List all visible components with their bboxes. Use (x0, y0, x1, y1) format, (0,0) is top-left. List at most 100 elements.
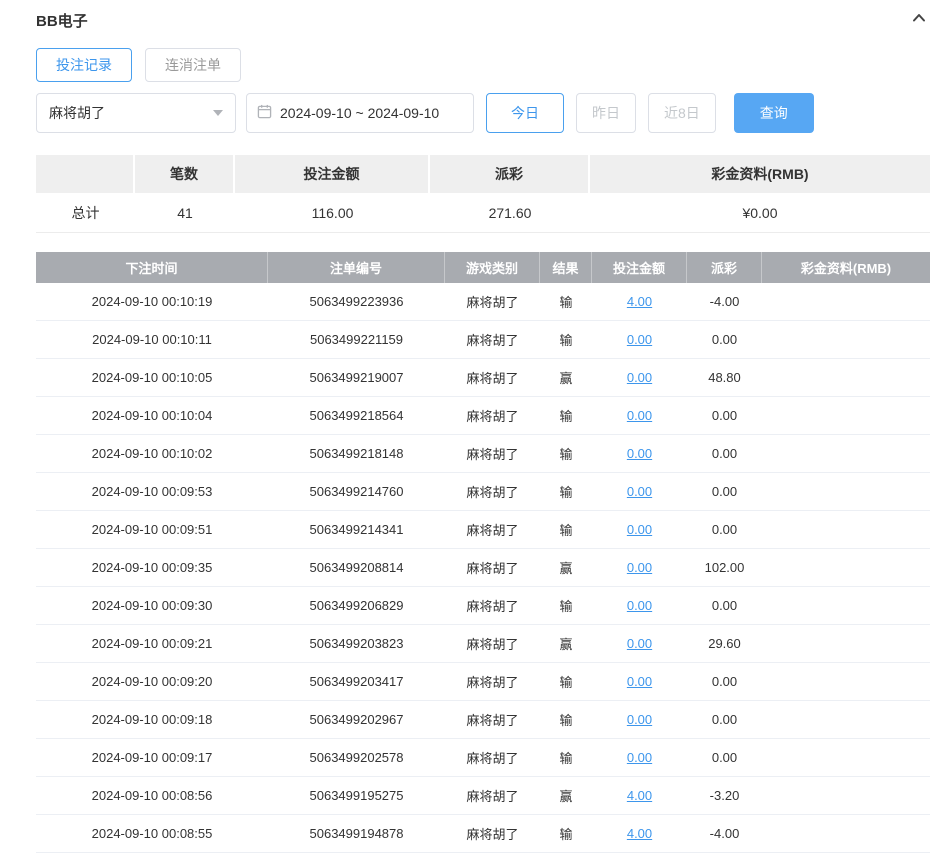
quick-filter-last8days[interactable]: 近8日 (648, 93, 716, 133)
table-row: 2024-09-10 00:09:20 5063499203417 麻将胡了 输… (36, 663, 930, 701)
bet-amount-link[interactable]: 0.00 (627, 484, 652, 499)
bet-amount-link[interactable]: 0.00 (627, 446, 652, 461)
bet-amount-link[interactable]: 0.00 (627, 674, 652, 689)
game-type: 麻将胡了 (445, 435, 540, 472)
order-id: 5063499203823 (268, 625, 445, 662)
bet-time: 2024-09-10 00:09:51 (36, 511, 268, 548)
panel-header: BB电子 (36, 8, 930, 32)
bet-time: 2024-09-10 00:10:11 (36, 321, 268, 358)
chevron-up-icon (911, 10, 927, 31)
tab-bet-records[interactable]: 投注记录 (36, 48, 132, 82)
bet-amount-link[interactable]: 0.00 (627, 636, 652, 651)
bonus (762, 473, 930, 510)
result: 赢 (540, 359, 592, 396)
table-row: 2024-09-10 00:10:05 5063499219007 麻将胡了 赢… (36, 359, 930, 397)
records-table: 下注时间 注单编号 游戏类别 结果 投注金额 派彩 彩金资料(RMB) 2024… (36, 252, 930, 853)
tab-cancelled-orders[interactable]: 连消注单 (145, 48, 241, 82)
bet-amount-link[interactable]: 0.00 (627, 408, 652, 423)
date-range-value: 2024-09-10 ~ 2024-09-10 (280, 105, 439, 121)
order-id: 5063499223936 (268, 283, 445, 320)
payout: 0.00 (687, 587, 762, 624)
quick-filter-today[interactable]: 今日 (486, 93, 564, 133)
bet-time: 2024-09-10 00:09:35 (36, 549, 268, 586)
bet-time: 2024-09-10 00:10:04 (36, 397, 268, 434)
order-id: 5063499221159 (268, 321, 445, 358)
bet-time: 2024-09-10 00:09:53 (36, 473, 268, 510)
table-row: 2024-09-10 00:09:35 5063499208814 麻将胡了 赢… (36, 549, 930, 587)
summary-header-row: 笔数 投注金额 派彩 彩金资料(RMB) (36, 155, 930, 193)
payout: 0.00 (687, 397, 762, 434)
result: 输 (540, 435, 592, 472)
table-row: 2024-09-10 00:09:17 5063499202578 麻将胡了 输… (36, 739, 930, 777)
summary-total-bonus: ¥0.00 (590, 193, 930, 232)
summary-header-count: 笔数 (135, 155, 235, 193)
summary-total-count: 41 (135, 193, 235, 232)
search-button[interactable]: 查询 (734, 93, 814, 133)
payout: -4.00 (687, 815, 762, 852)
bonus (762, 739, 930, 776)
bet-time: 2024-09-10 00:09:18 (36, 701, 268, 738)
order-id: 5063499214760 (268, 473, 445, 510)
bet-time: 2024-09-10 00:10:19 (36, 283, 268, 320)
result: 输 (540, 321, 592, 358)
table-row: 2024-09-10 00:10:04 5063499218564 麻将胡了 输… (36, 397, 930, 435)
result: 输 (540, 397, 592, 434)
result: 输 (540, 663, 592, 700)
table-row: 2024-09-10 00:09:30 5063499206829 麻将胡了 输… (36, 587, 930, 625)
payout: 102.00 (687, 549, 762, 586)
game-select-value: 麻将胡了 (49, 103, 105, 123)
header-order-id: 注单编号 (268, 252, 445, 283)
game-type: 麻将胡了 (445, 815, 540, 852)
bet-amount-link[interactable]: 0.00 (627, 370, 652, 385)
order-id: 5063499208814 (268, 549, 445, 586)
bet-amount-link[interactable]: 0.00 (627, 750, 652, 765)
date-range-input[interactable]: 2024-09-10 ~ 2024-09-10 (246, 93, 474, 133)
game-type: 麻将胡了 (445, 321, 540, 358)
payout: 0.00 (687, 511, 762, 548)
result: 输 (540, 815, 592, 852)
bet-amount-link[interactable]: 0.00 (627, 712, 652, 727)
game-type: 麻将胡了 (445, 625, 540, 662)
game-type: 麻将胡了 (445, 283, 540, 320)
result: 赢 (540, 549, 592, 586)
table-body: 2024-09-10 00:10:19 5063499223936 麻将胡了 输… (36, 283, 930, 853)
bonus (762, 321, 930, 358)
summary-header-bonus: 彩金资料(RMB) (590, 155, 930, 193)
bonus (762, 283, 930, 320)
payout: -3.20 (687, 777, 762, 814)
quick-filter-yesterday[interactable]: 昨日 (576, 93, 636, 133)
result: 赢 (540, 777, 592, 814)
game-select[interactable]: 麻将胡了 (36, 93, 236, 133)
result: 输 (540, 283, 592, 320)
bonus (762, 359, 930, 396)
game-type: 麻将胡了 (445, 739, 540, 776)
bonus (762, 625, 930, 662)
bet-time: 2024-09-10 00:10:05 (36, 359, 268, 396)
summary-total-row: 总计 41 116.00 271.60 ¥0.00 (36, 193, 930, 233)
bonus (762, 435, 930, 472)
bet-amount-link[interactable]: 4.00 (627, 826, 652, 841)
table-row: 2024-09-10 00:08:56 5063499195275 麻将胡了 赢… (36, 777, 930, 815)
bet-amount-link[interactable]: 0.00 (627, 560, 652, 575)
payout: 0.00 (687, 435, 762, 472)
result: 输 (540, 473, 592, 510)
game-type: 麻将胡了 (445, 549, 540, 586)
bet-amount-link[interactable]: 0.00 (627, 522, 652, 537)
collapse-button[interactable] (908, 9, 930, 31)
bet-amount-link[interactable]: 4.00 (627, 788, 652, 803)
game-type: 麻将胡了 (445, 359, 540, 396)
bet-amount-link[interactable]: 0.00 (627, 598, 652, 613)
page-title: BB电子 (36, 10, 88, 31)
bonus (762, 549, 930, 586)
bet-time: 2024-09-10 00:09:20 (36, 663, 268, 700)
game-type: 麻将胡了 (445, 397, 540, 434)
order-id: 5063499202967 (268, 701, 445, 738)
bonus (762, 701, 930, 738)
bonus (762, 511, 930, 548)
bet-amount-link[interactable]: 4.00 (627, 294, 652, 309)
summary-header-empty (36, 155, 135, 193)
summary-header-bet-amount: 投注金额 (235, 155, 430, 193)
order-id: 5063499218564 (268, 397, 445, 434)
bet-amount-link[interactable]: 0.00 (627, 332, 652, 347)
bet-time: 2024-09-10 00:08:55 (36, 815, 268, 852)
